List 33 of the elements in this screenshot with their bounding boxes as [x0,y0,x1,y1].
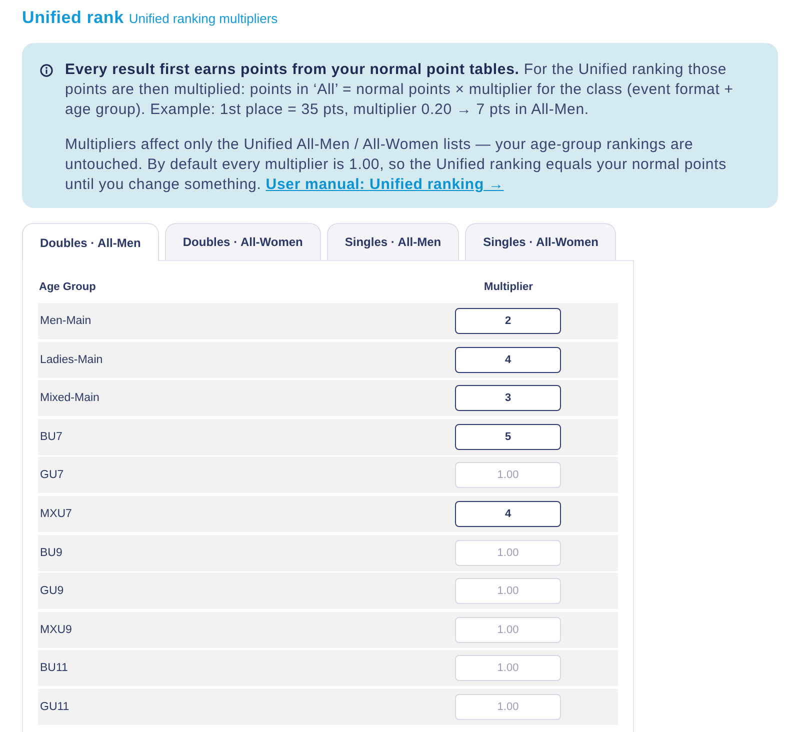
multiplier-field[interactable]: 1.00 [455,578,561,604]
multiplier-field[interactable]: 1.00 [455,462,561,488]
age-group-cell-text: GU11 [39,700,70,713]
page-title: Unified rank [22,8,124,28]
multiplier-field[interactable]: 1.00 [455,540,561,566]
age-group-cell-text: MXU7 [39,508,73,520]
multiplier-field[interactable]: 4 [455,346,561,373]
info-icon [40,64,53,77]
age-group-cell-text: Ladies-Main [39,354,104,366]
event-tab[interactable]: Doubles · All-Men [22,223,159,261]
age-group-cell-text: MXU9 [39,624,73,636]
multiplier-field[interactable]: 1.00 [455,655,561,682]
multiplier-field[interactable]: 5 [455,424,561,450]
multiplier-field[interactable]: 1.00 [455,616,561,643]
event-tab[interactable]: Singles · All-Men [326,223,460,260]
event-tab[interactable]: Doubles · All-Women [164,223,321,260]
age-group-cell-text: BU7 [39,430,64,443]
age-group-cell-text: BU11 [39,662,69,674]
column-header: Age Group [38,281,97,293]
age-group-cell-text: BU9 [39,546,64,559]
age-group-cell-text: GU7 [39,469,65,482]
page-subtitle: Unified ranking multipliers [128,11,278,26]
multiplier-field[interactable]: 4 [455,500,561,527]
info-paragraph: Every result first earns points from your normal point tables. For the Unified ranking those points are then multiplied: points in ‘All’ = normal points × multiplier for the class (event format + age group). Example: 1st place = 35 pts, multiplier 0.20 → 7 pts in All-Men. [65,60,734,120]
multiplier-field[interactable]: 1.00 [455,694,561,720]
column-header: Multiplier [483,281,534,293]
age-group-cell-text: Men-Main [39,315,92,327]
multiplier-field[interactable]: 2 [455,308,561,334]
info-paragraph: Multipliers affect only the Unified All-Men / All-Women lists — your age-group rankings are untouched. By default every multiplier is 1.00, so the Unified ranking equals your normal points until you change something. User manual: Unified ranking → [65,135,728,195]
multiplier-field[interactable]: 3 [455,385,561,412]
event-tab[interactable]: Singles · All-Women [465,223,616,260]
age-group-cell-text: Mixed-Main [39,392,100,404]
age-group-cell-text: GU9 [39,585,65,598]
